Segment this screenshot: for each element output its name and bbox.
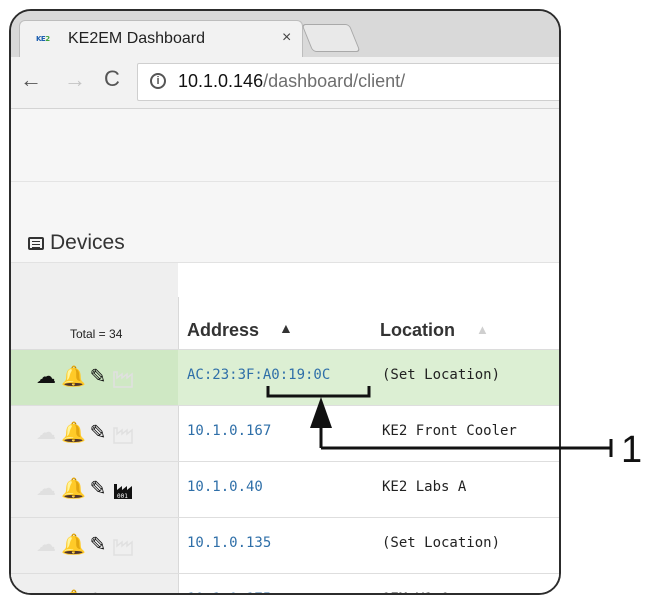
callout-arrow-head	[310, 397, 332, 428]
bracket-callout	[266, 386, 371, 398]
callout-number: 1	[621, 429, 643, 471]
annotation-overlay	[266, 386, 613, 457]
